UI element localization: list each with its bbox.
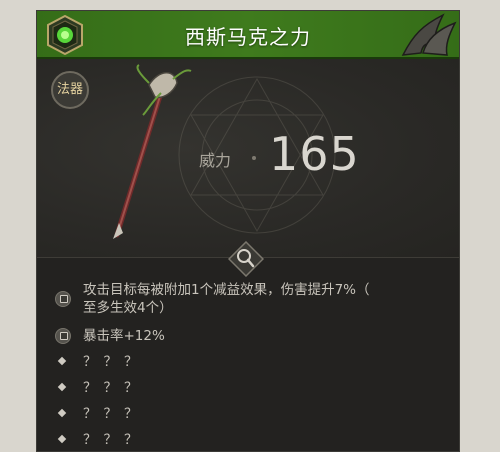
diamond-bullet-icon <box>57 408 67 418</box>
magnifier-button[interactable] <box>228 241 264 277</box>
effect-text-line1: ？？？ <box>83 380 145 396</box>
lock-icon <box>55 328 71 344</box>
power-label: 威力 <box>199 151 232 170</box>
effect-row: ？？？ <box>55 405 443 425</box>
power-value: 165 <box>269 127 360 181</box>
effect-row: 攻击目标每被附加1个减益效果，伤害提升7%（ 至多生效4个） <box>55 281 443 321</box>
effect-text-line1: 攻击目标每被附加1个减益效果，伤害提升7%（ <box>83 282 370 298</box>
staff-icon <box>113 64 192 239</box>
horn-ornament-icon <box>401 13 457 56</box>
effect-text-line1: 暴击率+12% <box>83 328 165 344</box>
effect-row: ？？？ <box>55 431 443 451</box>
effect-text-line1: ？？？ <box>83 432 145 448</box>
item-tooltip-card: 西斯马克之力 法器 威力 165 攻击目标每被附加1个减益效果，伤害提升7%（ … <box>36 10 460 452</box>
effect-row: ？？？ <box>55 379 443 399</box>
diamond-bullet-icon <box>57 356 67 366</box>
diamond-bullet-icon <box>57 434 67 444</box>
effect-row: ？？？ <box>55 353 443 373</box>
item-header: 西斯马克之力 <box>37 11 459 59</box>
effect-text-line2: 至多生效4个） <box>83 300 173 316</box>
diamond-bullet-icon <box>57 382 67 392</box>
item-preview-panel: 法器 威力 165 <box>37 59 459 257</box>
item-type-badge: 法器 <box>51 71 89 109</box>
power-separator <box>252 156 256 160</box>
effect-row: 暴击率+12% <box>55 327 443 347</box>
effect-text-line1: ？？？ <box>83 354 145 370</box>
lock-icon <box>55 291 71 307</box>
effect-text-line1: ？？？ <box>83 406 145 422</box>
